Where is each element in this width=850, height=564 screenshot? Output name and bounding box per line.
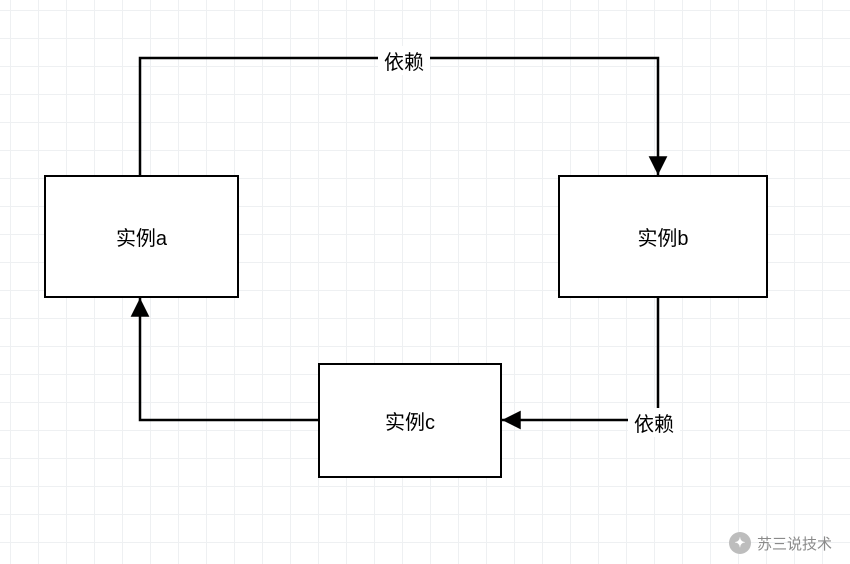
edge-c-to-a: [140, 298, 318, 420]
edge-label-a-to-b: 依赖: [378, 46, 430, 75]
diagram-canvas: 实例a 实例b 实例c 依赖 依赖 ✦ 苏三说技术: [0, 0, 850, 564]
node-b-label: 实例b: [637, 222, 688, 251]
watermark: ✦ 苏三说技术: [729, 532, 832, 554]
node-instance-c: 实例c: [318, 363, 502, 478]
edge-label-b-to-c-text: 依赖: [634, 414, 674, 436]
edge-b-to-c: [502, 298, 658, 420]
node-a-label: 实例a: [116, 222, 167, 251]
node-c-label: 实例c: [385, 406, 435, 435]
node-instance-b: 实例b: [558, 175, 768, 298]
watermark-text: 苏三说技术: [757, 533, 832, 554]
edge-label-b-to-c: 依赖: [628, 408, 680, 437]
node-instance-a: 实例a: [44, 175, 239, 298]
edge-a-to-b: [140, 58, 658, 175]
edge-label-a-to-b-text: 依赖: [384, 52, 424, 74]
wechat-icon: ✦: [729, 532, 751, 554]
